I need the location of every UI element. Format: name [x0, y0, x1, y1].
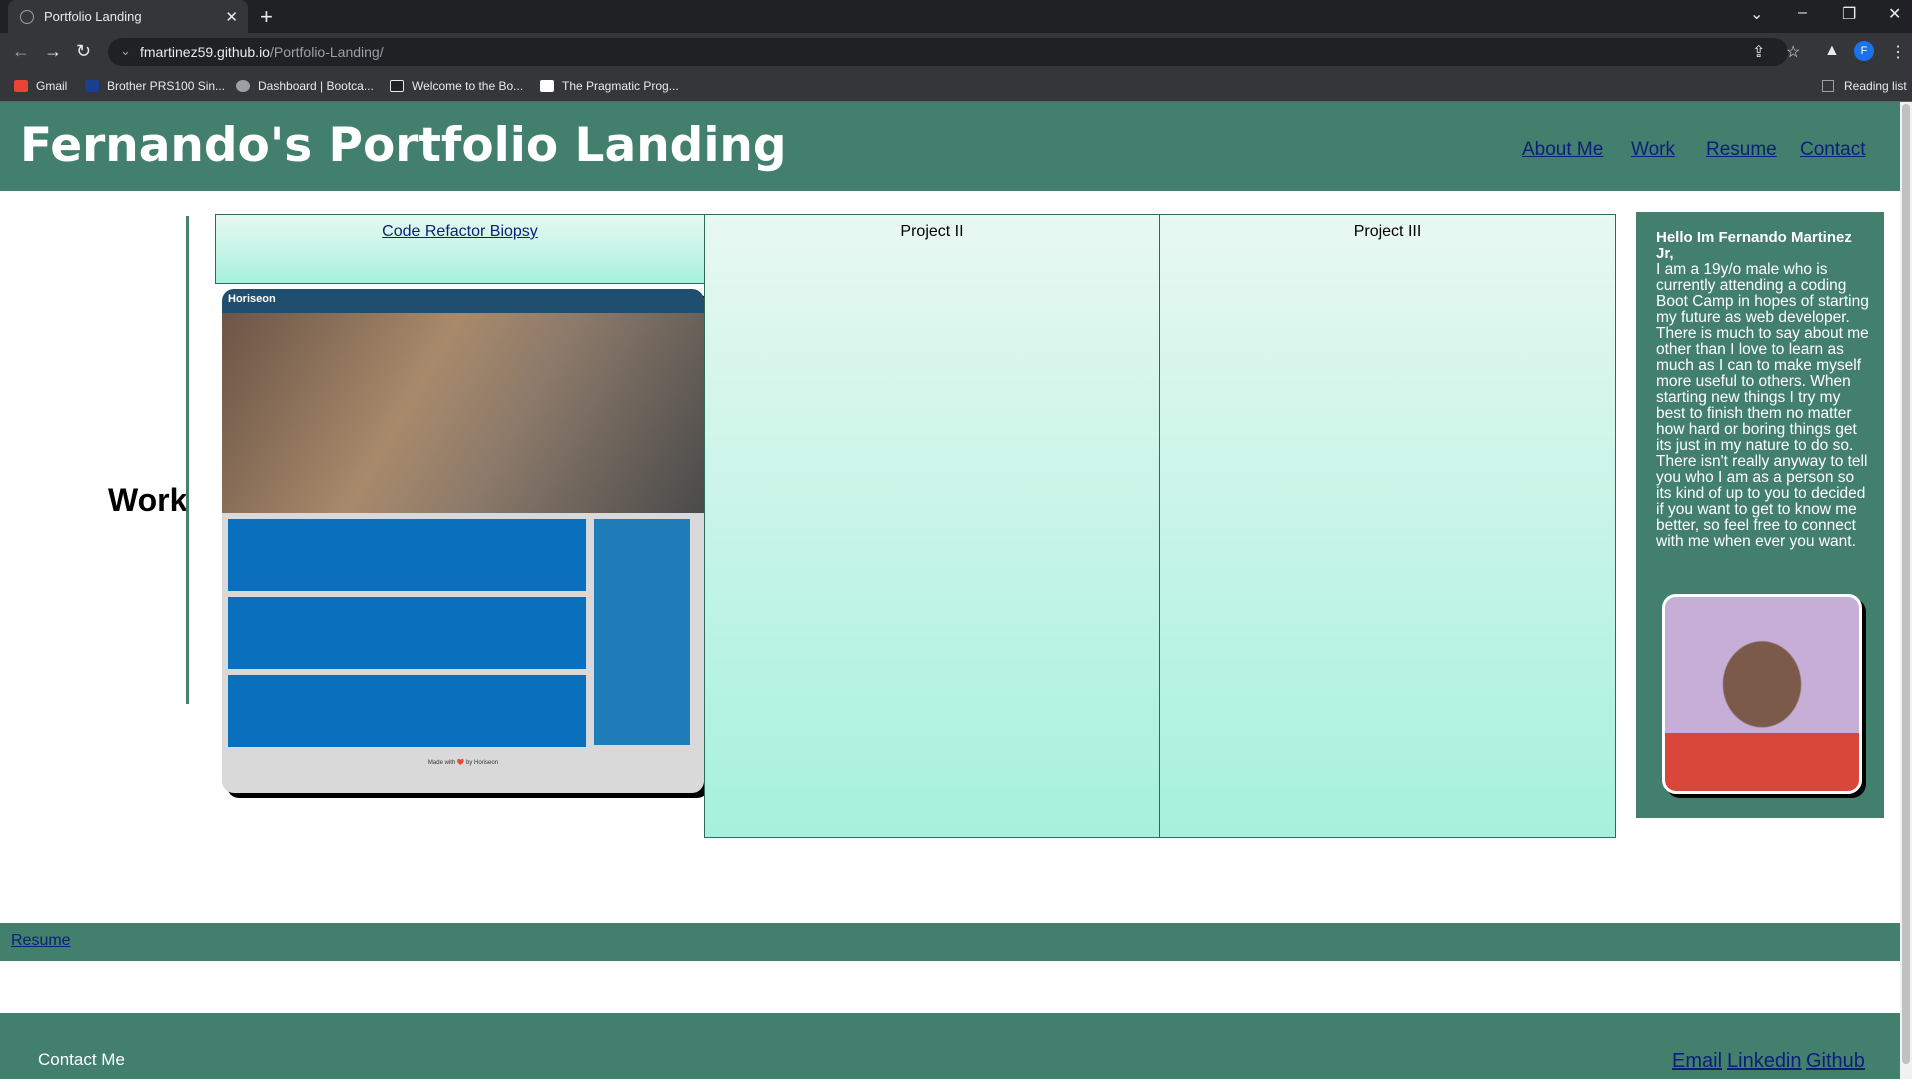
- tab-search-icon[interactable]: ⌄: [1750, 4, 1763, 24]
- project-card-1: Code Refactor Biopsy: [215, 214, 705, 284]
- site-header: Fernando's Portfolio Landing About Me Wo…: [0, 102, 1900, 191]
- reload-icon[interactable]: ↻: [76, 41, 91, 62]
- work-divider: [186, 216, 189, 704]
- resume-section: Resume: [0, 923, 1900, 961]
- tab-title: Portfolio Landing: [44, 9, 142, 24]
- about-me-panel: Hello Im Fernando Martinez Jr, I am a 19…: [1636, 212, 1884, 818]
- site-footer: Contact Me Email Linkedin Github: [0, 1013, 1900, 1079]
- gmail-icon: [14, 80, 28, 92]
- about-heading: Hello Im Fernando Martinez Jr,: [1656, 229, 1852, 262]
- resume-link[interactable]: Resume: [11, 932, 71, 950]
- screenshot-section-seo: [228, 519, 586, 591]
- bookmark-brother[interactable]: Brother PRS100 Sin...: [85, 79, 225, 93]
- project-link-code-refactor[interactable]: Code Refactor Biopsy: [382, 223, 538, 240]
- page-content: Fernando's Portfolio Landing About Me Wo…: [0, 102, 1900, 1079]
- address-bar[interactable]: ⌄ fmartinez59.github.io/Portfolio-Landin…: [108, 38, 1788, 66]
- bookmarks-bar: Gmail Brother PRS100 Sin... Dashboard | …: [0, 71, 1912, 102]
- globe-icon: [20, 9, 34, 24]
- screenshot-header: Horiseon: [222, 289, 704, 313]
- email-link[interactable]: Email: [1672, 1050, 1722, 1073]
- browser-tab[interactable]: Portfolio Landing ✕: [8, 0, 248, 33]
- forward-icon[interactable]: →: [44, 41, 62, 62]
- screenshot-footer: Made with ❤️ by Horiseon: [427, 760, 499, 766]
- project-screenshot[interactable]: Horiseon Made with ❤️ by Horiseon: [222, 289, 704, 793]
- project-card-3: Project III: [1159, 214, 1616, 838]
- profile-photo: [1662, 594, 1862, 794]
- project-card-2: Project II: [704, 214, 1160, 838]
- screenshot-sidebar: [594, 519, 690, 745]
- site-info-icon[interactable]: ⌄: [120, 43, 131, 59]
- book-icon: [390, 80, 404, 92]
- nav-work[interactable]: Work: [1631, 139, 1675, 161]
- page-title: Fernando's Portfolio Landing: [20, 118, 787, 173]
- screenshot-section-smm: [228, 675, 586, 747]
- scrollbar-thumb[interactable]: [1902, 104, 1910, 1064]
- nav-about-me[interactable]: About Me: [1522, 139, 1603, 161]
- screenshot-section-orm: [228, 597, 586, 669]
- close-window-icon[interactable]: ✕: [1888, 4, 1901, 24]
- nav-resume[interactable]: Resume: [1706, 139, 1777, 161]
- url-path: /Portfolio-Landing/: [269, 44, 384, 60]
- url-host: fmartinez59.github.io: [140, 44, 270, 60]
- screenshot-hero-image: [222, 313, 704, 513]
- bookmark-dashboard[interactable]: Dashboard | Bootca...: [236, 79, 374, 93]
- project-title-2: Project II: [900, 223, 964, 240]
- about-body: I am a 19y/o male who is currently atten…: [1656, 261, 1869, 550]
- work-heading: Work: [108, 482, 188, 518]
- bookmark-pragmatic[interactable]: The Pragmatic Prog...: [540, 79, 679, 93]
- minimize-icon[interactable]: –: [1798, 4, 1807, 22]
- bookmark-welcome[interactable]: Welcome to the Bo...: [390, 79, 523, 93]
- share-icon[interactable]: ⇪: [1752, 42, 1765, 62]
- profile-avatar[interactable]: F: [1854, 41, 1874, 61]
- page-scrollbar[interactable]: [1900, 102, 1912, 1079]
- back-icon[interactable]: ←: [12, 41, 30, 62]
- close-tab-icon[interactable]: ✕: [225, 8, 238, 26]
- extension-icon[interactable]: ▲: [1824, 42, 1840, 60]
- brother-icon: [85, 80, 99, 92]
- pragmatic-icon: [540, 80, 554, 92]
- linkedin-link[interactable]: Linkedin: [1727, 1050, 1802, 1073]
- contact-label: Contact Me: [38, 1050, 125, 1069]
- menu-kebab-icon[interactable]: ⋮: [1890, 42, 1906, 62]
- restore-icon[interactable]: ❐: [1842, 4, 1856, 24]
- nav-contact[interactable]: Contact: [1800, 139, 1865, 161]
- bookmark-gmail[interactable]: Gmail: [14, 79, 67, 93]
- reading-list-icon: [1822, 80, 1834, 92]
- new-tab-icon[interactable]: +: [260, 4, 273, 30]
- globe-icon: [236, 80, 250, 92]
- bookmark-star-icon[interactable]: ☆: [1786, 42, 1800, 62]
- browser-tab-strip: Portfolio Landing ✕ + ⌄ – ❐ ✕: [0, 0, 1912, 33]
- project-title-3: Project III: [1353, 223, 1422, 240]
- browser-toolbar: ← → ↻ ⌄ fmartinez59.github.io/Portfolio-…: [0, 33, 1912, 71]
- github-link[interactable]: Github: [1806, 1050, 1865, 1073]
- reading-list[interactable]: Reading list: [1822, 79, 1907, 93]
